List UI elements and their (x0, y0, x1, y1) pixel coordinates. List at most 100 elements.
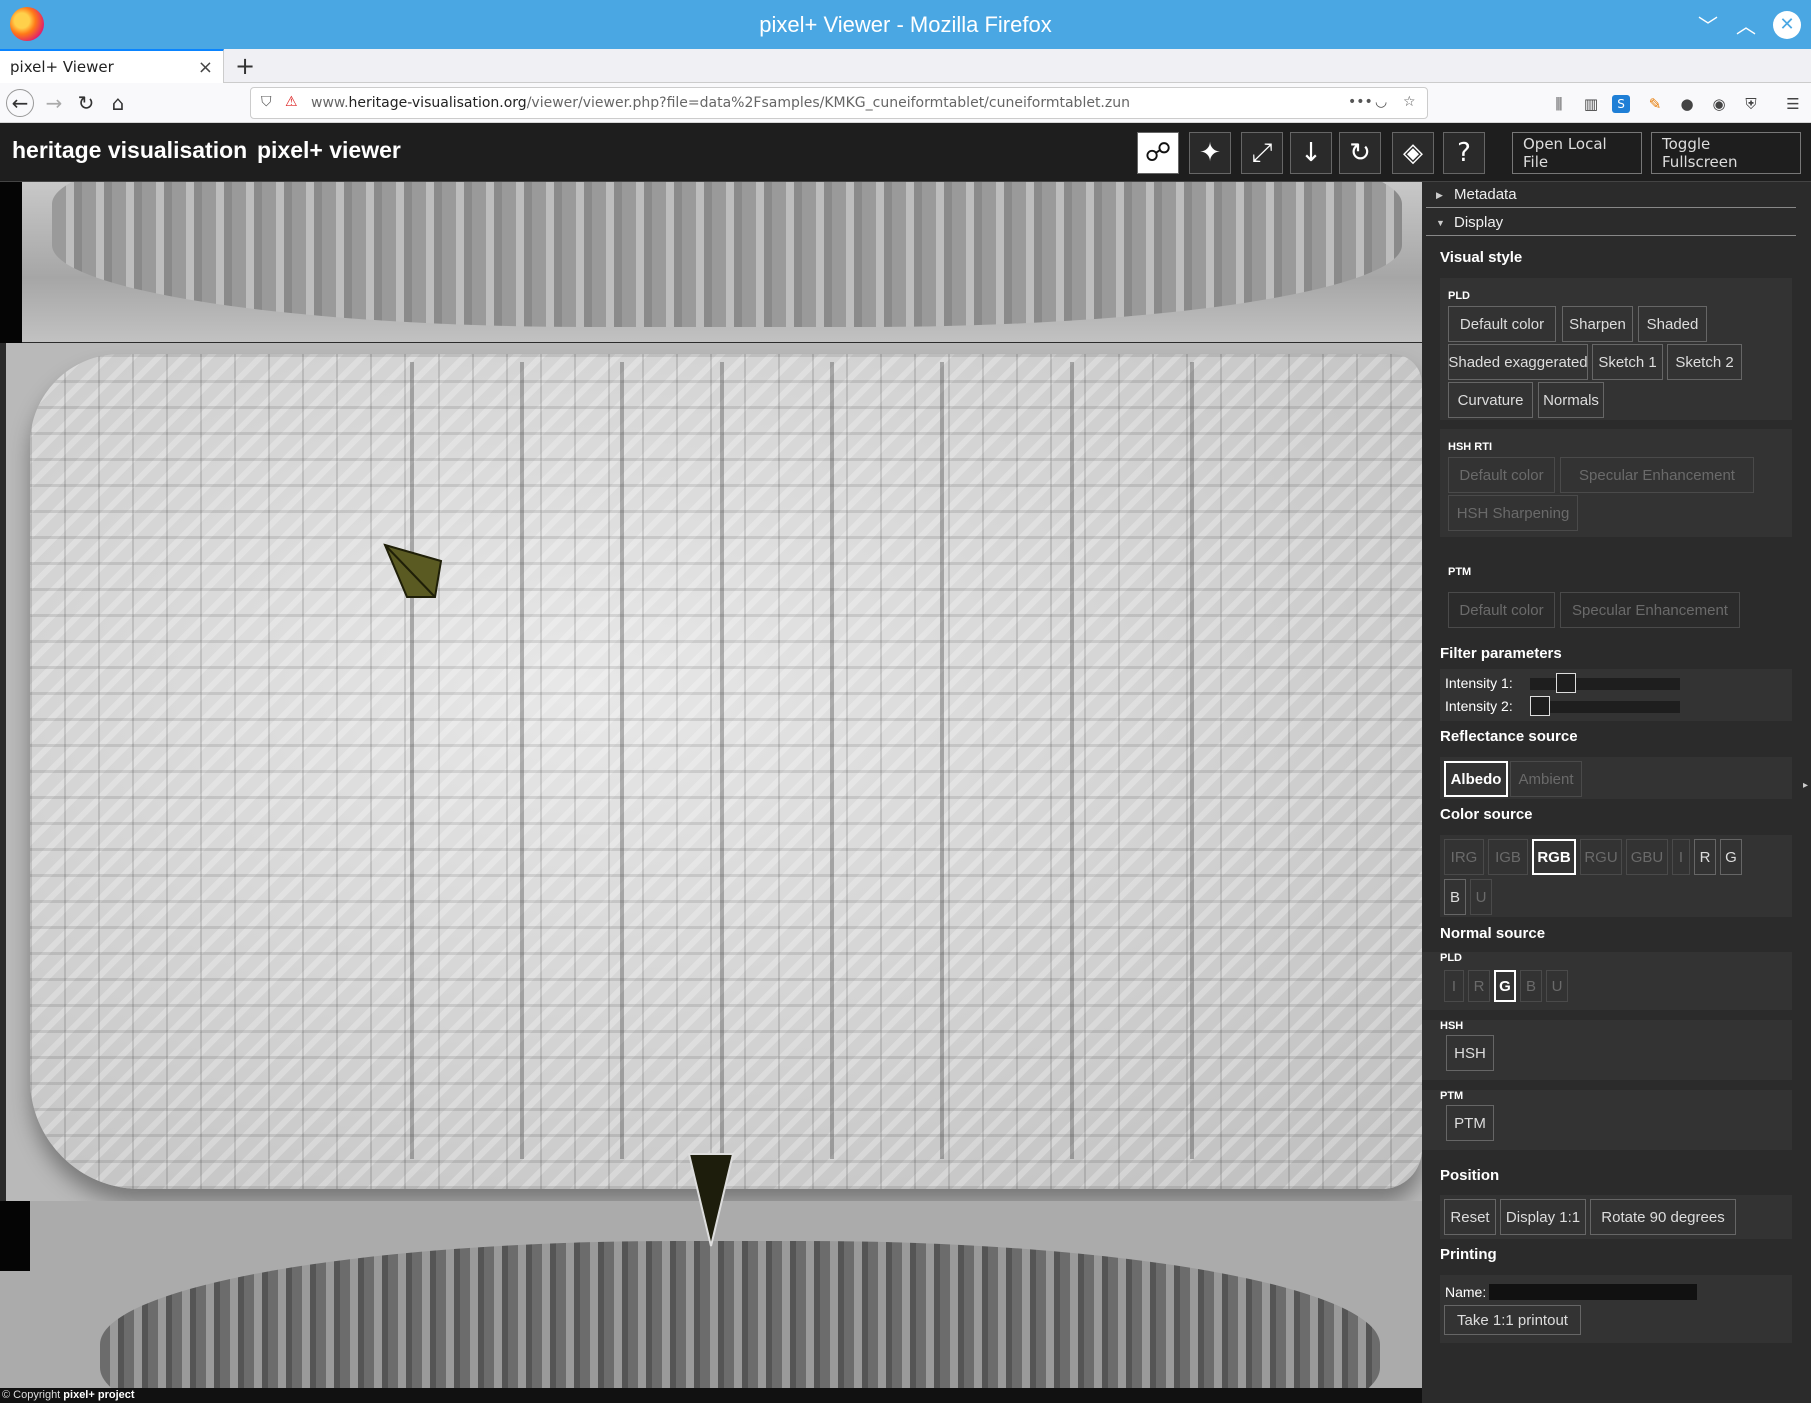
printing-heading: Printing (1440, 1246, 1497, 1263)
dark-extension-icon[interactable]: ● (1676, 93, 1698, 115)
fit-expand-icon: ⤢ (1251, 137, 1273, 168)
hsh-rti-style-group: HSH RTI Default color Specular Enhancemen… (1440, 429, 1792, 537)
printing-group: Name: Take 1:1 printout (1440, 1275, 1792, 1343)
color-source-igb-button[interactable]: IGB (1488, 839, 1528, 875)
visual-style-heading: Visual style (1440, 249, 1523, 266)
app-title[interactable]: pixel+ viewer (257, 137, 401, 164)
bookmark-star-icon[interactable]: ☆ (1403, 94, 1416, 110)
url-prefix: www. (311, 95, 349, 111)
chevron-up-icon: ︿ (1736, 16, 1756, 38)
hsh-rti-default-color-button[interactable]: Default color (1448, 457, 1555, 493)
normal-pld-b-button[interactable]: B (1520, 970, 1542, 1002)
privacy-shield-icon[interactable]: ⛨ (1740, 93, 1762, 115)
take-printout-button[interactable]: Take 1:1 printout (1444, 1305, 1581, 1335)
forward-button[interactable]: → (40, 89, 68, 117)
color-source-i-button[interactable]: I (1672, 839, 1690, 875)
pld-normals-button[interactable]: Normals (1538, 382, 1604, 418)
position-reset-button[interactable]: Reset (1444, 1199, 1496, 1235)
sidebar-icon[interactable]: ▥ (1580, 93, 1602, 115)
color-source-rgu-button[interactable]: RGU (1580, 839, 1622, 875)
color-source-u-button[interactable]: U (1470, 879, 1492, 915)
pld-sharpen-button[interactable]: Sharpen (1562, 306, 1633, 342)
home-icon: ⌂ (111, 91, 125, 115)
caret-down-icon: ▼ (1436, 218, 1445, 228)
intensity2-slider[interactable] (1530, 696, 1680, 716)
cuneiform-tablet-image[interactable] (30, 354, 1422, 1189)
color-source-gbu-button[interactable]: GBU (1626, 839, 1668, 875)
metadata-accordion[interactable]: ▶ Metadata (1426, 182, 1796, 208)
brand-title[interactable]: heritage visualisation (12, 137, 247, 164)
tool-button-3d-box[interactable]: ◈ (1392, 132, 1434, 174)
library-icon[interactable]: ⫼ (1548, 93, 1570, 115)
skype-extension-icon[interactable]: S (1612, 95, 1630, 113)
menu-hamburger-icon[interactable]: ☰ (1782, 93, 1804, 115)
new-tab-button[interactable]: + (232, 49, 258, 83)
tab-close-icon[interactable]: × (198, 57, 213, 78)
extension-badge-icon[interactable]: ✎ (1644, 93, 1666, 115)
toggle-fullscreen-button[interactable]: Toggle Fullscreen (1651, 132, 1801, 174)
normal-pld-r-button[interactable]: R (1468, 970, 1490, 1002)
pld-curvature-button[interactable]: Curvature (1448, 382, 1533, 418)
display-accordion[interactable]: ▼ Display (1426, 210, 1796, 236)
color-source-rgb-button[interactable]: RGB (1532, 839, 1576, 875)
account-icon[interactable]: ◉ (1708, 93, 1730, 115)
pld-default-color-button[interactable]: Default color (1448, 306, 1556, 342)
tab-pixel-viewer[interactable]: pixel+ Viewer × (0, 49, 224, 83)
tool-button-light-direction[interactable]: ☍ (1137, 132, 1179, 174)
more-actions-icon[interactable]: ••• (1348, 94, 1373, 110)
download-icon: ↓ (1300, 138, 1322, 168)
filter-parameters-heading: Filter parameters (1440, 645, 1562, 662)
firefox-logo-icon (10, 7, 44, 41)
reflectance-ambient-button[interactable]: Ambient (1510, 761, 1582, 797)
tool-button-fit-expand[interactable]: ⤢ (1241, 132, 1283, 174)
color-source-g-button[interactable]: G (1720, 839, 1742, 875)
open-local-file-button[interactable]: Open Local File (1512, 132, 1642, 174)
tool-button-help[interactable]: ? (1443, 132, 1485, 174)
tab-strip: pixel+ Viewer × + (0, 49, 1811, 83)
intensity2-thumb[interactable] (1530, 696, 1550, 716)
pld-shaded-button[interactable]: Shaded (1638, 306, 1707, 342)
window-titlebar: pixel+ Viewer - Mozilla Firefox ﹀ ︿ ✕ (0, 0, 1811, 49)
ptm-default-color-button[interactable]: Default color (1448, 592, 1555, 628)
pocket-icon[interactable]: ◡ (1375, 94, 1387, 110)
reload-button[interactable]: ↻ (72, 89, 100, 117)
color-source-irg-button[interactable]: IRG (1444, 839, 1484, 875)
rotate-icon: ↻ (1349, 138, 1371, 168)
intensity1-slider[interactable] (1530, 673, 1680, 693)
hsh-rti-hsh-sharpening-button[interactable]: HSH Sharpening (1448, 495, 1578, 531)
panel-collapse-arrow-icon[interactable]: ▸ (1803, 780, 1808, 791)
pld-sketch-1-button[interactable]: Sketch 1 (1592, 344, 1663, 380)
normal-pld-u-button[interactable]: U (1546, 970, 1568, 1002)
minimize-button[interactable]: ﹀ (1690, 0, 1726, 49)
tool-button-download[interactable]: ↓ (1290, 132, 1332, 174)
project-link[interactable]: pixel+ project (63, 1389, 134, 1401)
close-window-button[interactable]: ✕ (1770, 0, 1804, 49)
home-button[interactable]: ⌂ (104, 89, 132, 117)
rotation-pointer-marker-icon[interactable] (687, 1152, 735, 1248)
copyright-footer: © Copyright pixel+ project (0, 1388, 1422, 1403)
image-viewer-canvas[interactable] (0, 182, 1422, 1388)
normal-hsh-button[interactable]: HSH (1446, 1035, 1494, 1071)
pld-sketch-2-button[interactable]: Sketch 2 (1667, 344, 1742, 380)
close-icon: ✕ (1773, 10, 1801, 39)
print-name-input[interactable] (1488, 1283, 1698, 1301)
back-button[interactable]: ← (6, 89, 34, 117)
color-source-r-button[interactable]: R (1694, 839, 1716, 875)
tool-button-magic-wand[interactable]: ✦ (1189, 132, 1231, 174)
normal-pld-g-button[interactable]: G (1494, 970, 1516, 1002)
url-bar[interactable]: ⛉ ⚠ www. heritage-visualisation.org/viewe… (250, 87, 1428, 119)
pld-shaded-exaggerated-button[interactable]: Shaded exaggerated (1448, 344, 1588, 380)
position-rotate-90-degrees-button[interactable]: Rotate 90 degrees (1590, 1199, 1736, 1235)
normal-ptm-button[interactable]: PTM (1446, 1105, 1494, 1141)
tool-button-rotate[interactable]: ↻ (1339, 132, 1381, 174)
ptm-style-group: PTM Default color Specular Enhancement (1440, 566, 1792, 636)
normal-pld-i-button[interactable]: I (1444, 970, 1464, 1002)
color-source-b-button[interactable]: B (1444, 879, 1466, 915)
ptm-specular-enhancement-button[interactable]: Specular Enhancement (1560, 592, 1740, 628)
position-display-1-1-button[interactable]: Display 1:1 (1500, 1199, 1586, 1235)
hsh-rti-specular-enhancement-button[interactable]: Specular Enhancement (1560, 457, 1754, 493)
reflectance-albedo-button[interactable]: Albedo (1444, 761, 1508, 797)
light-direction-marker-icon[interactable] (383, 541, 443, 601)
maximize-button[interactable]: ︿ (1728, 0, 1764, 49)
intensity1-thumb[interactable] (1556, 673, 1576, 693)
